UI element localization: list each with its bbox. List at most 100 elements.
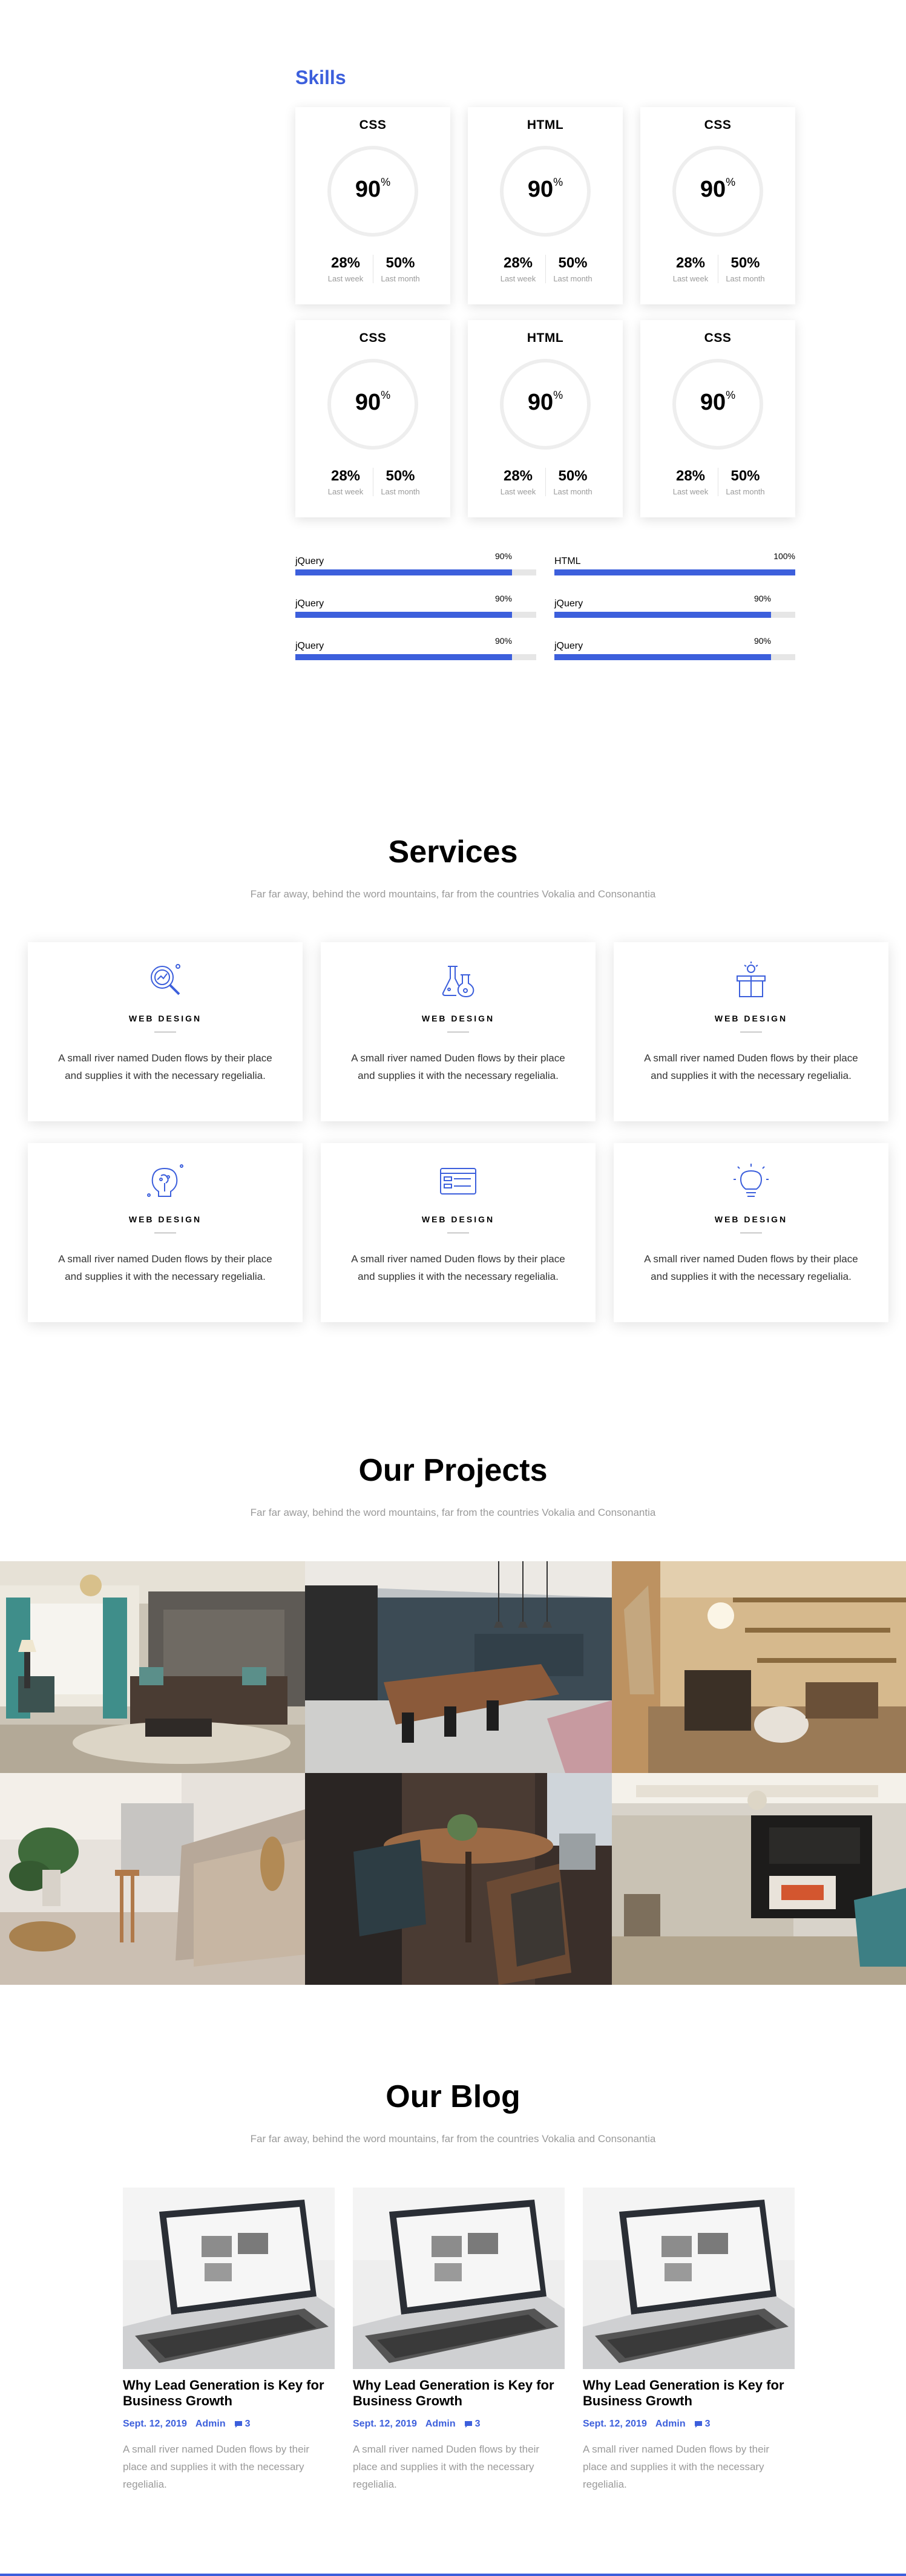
post-author[interactable]: Admin <box>655 2419 686 2430</box>
progress-fill <box>295 569 513 575</box>
skill-stats: 28% Last week 50% Last month <box>468 468 623 496</box>
project-photo[interactable] <box>612 1773 906 1985</box>
gift-idea-icon <box>737 962 766 997</box>
progress-track <box>295 654 536 660</box>
service-card[interactable]: WEB DESIGN A small river named Duden flo… <box>321 1143 596 1322</box>
skill-ring: 90% <box>672 146 763 237</box>
blog-card: Why Lead Generation is Key for Business … <box>123 2188 335 2493</box>
skill-name: CSS <box>704 118 732 132</box>
blog-meta: Sept. 12, 2019 Admin 3 <box>353 2419 565 2430</box>
blog-excerpt: A small river named Duden flows by their… <box>583 2443 770 2490</box>
comment-icon <box>464 2421 472 2428</box>
skill-stats: 28% Last week 50% Last month <box>468 255 623 283</box>
blog-image[interactable] <box>353 2188 565 2369</box>
skill-ring: 90% <box>500 146 591 237</box>
post-date[interactable]: Sept. 12, 2019 <box>353 2419 417 2430</box>
blog-post-title[interactable]: Why Lead Generation is Key for Business … <box>583 2378 795 2409</box>
service-text: A small river named Duden flows by their… <box>58 1052 272 1081</box>
blog-header: Our Blog Far far away, behind the word m… <box>0 2079 906 2145</box>
page: Skills CSS 90% 28% Last week 50% Last mont… <box>0 0 906 2576</box>
service-card[interactable]: WEB DESIGN A small river named Duden flo… <box>614 1143 888 1322</box>
progress-label: jQuery <box>295 556 324 566</box>
progress-percent: 90% <box>494 551 512 561</box>
service-card[interactable]: WEB DESIGN A small river named Duden flo… <box>614 942 888 1121</box>
progress-fill <box>295 612 513 618</box>
stat-last-week: 28% Last week <box>500 255 536 283</box>
progress-item: jQuery 90% <box>554 636 795 663</box>
project-photo[interactable] <box>612 1561 906 1773</box>
blog-excerpt: A small river named Duden flows by their… <box>123 2443 310 2490</box>
service-card[interactable]: WEB DESIGN A small river named Duden flo… <box>28 1143 303 1322</box>
progress-item: jQuery 90% <box>295 551 536 578</box>
service-card[interactable]: WEB DESIGN A small river named Duden flo… <box>321 942 596 1121</box>
stat-last-month: 50% Last month <box>718 468 772 496</box>
blog-title: Our Blog <box>386 2079 520 2114</box>
blog-card: Why Lead Generation is Key for Business … <box>353 2188 565 2493</box>
laptop-photo <box>123 2188 335 2369</box>
skills-title: Skills <box>295 67 346 88</box>
skill-percent: 90% <box>700 176 736 202</box>
progress-item: HTML 100% <box>554 551 795 578</box>
service-card[interactable]: WEB DESIGN A small river named Duden flo… <box>28 942 303 1121</box>
skill-card: HTML 90% 28% Last week 50% Last month <box>468 107 623 304</box>
brain-idea-icon <box>147 1164 183 1197</box>
round-dining-table <box>305 1773 612 1985</box>
projects-title: Our Projects <box>358 1453 548 1488</box>
dining-kitchen-pendant-lights <box>305 1561 612 1773</box>
service-title: WEB DESIGN <box>128 1214 202 1224</box>
stat-last-month: 50% Last month <box>545 468 600 496</box>
footer-accent-line <box>0 2574 906 2576</box>
blog-excerpt: A small river named Duden flows by their… <box>353 2443 540 2490</box>
post-date[interactable]: Sept. 12, 2019 <box>583 2419 647 2430</box>
stat-last-month: 50% Last month <box>373 255 427 283</box>
services-grid: WEB DESIGN A small river named Duden flo… <box>28 942 888 1322</box>
progress-track <box>295 569 536 575</box>
skill-ring: 90% <box>327 359 418 450</box>
progress-bars: jQuery 90% HTML 100% jQuery 90% jQuery 9… <box>295 551 796 663</box>
post-comments[interactable]: 3 <box>694 2419 711 2430</box>
skill-percent: 90% <box>527 389 563 415</box>
post-comments[interactable]: 3 <box>464 2419 481 2430</box>
skill-name: HTML <box>527 118 564 132</box>
progress-item: jQuery 90% <box>295 594 536 620</box>
project-photo[interactable] <box>305 1561 612 1773</box>
service-title: WEB DESIGN <box>421 1214 495 1224</box>
comment-count: 3 <box>704 2419 711 2429</box>
stat-last-week: 28% Last week <box>500 468 536 496</box>
skill-stats: 28% Last week 50% Last month <box>295 468 450 496</box>
service-text: A small river named Duden flows by their… <box>351 1052 565 1081</box>
blog-posts: Why Lead Generation is Key for Business … <box>123 2188 795 2493</box>
post-author[interactable]: Admin <box>195 2419 226 2430</box>
projects-gallery <box>0 1561 906 1985</box>
progress-percent: 90% <box>494 594 512 603</box>
skill-card: CSS 90% 28% Last week 50% Last month <box>640 107 795 304</box>
stat-last-month: 50% Last month <box>373 468 427 496</box>
blog-card: Why Lead Generation is Key for Business … <box>583 2188 795 2493</box>
blog-post-title[interactable]: Why Lead Generation is Key for Business … <box>353 2378 565 2409</box>
progress-item: jQuery 90% <box>295 636 536 663</box>
service-text: A small river named Duden flows by their… <box>644 1052 858 1081</box>
project-photo[interactable] <box>0 1773 305 1985</box>
post-author[interactable]: Admin <box>425 2419 456 2430</box>
skill-card: CSS 90% 28% Last week 50% Last month <box>640 320 795 517</box>
progress-percent: 90% <box>753 594 771 603</box>
progress-label: jQuery <box>295 641 324 651</box>
comment-count: 3 <box>474 2419 481 2429</box>
progress-percent: 90% <box>753 636 771 646</box>
blog-image[interactable] <box>123 2188 335 2369</box>
stat-last-week: 28% Last week <box>672 468 709 496</box>
skill-stats: 28% Last week 50% Last month <box>640 255 795 283</box>
skill-stats: 28% Last week 50% Last month <box>640 468 795 496</box>
skill-percent: 90% <box>527 176 563 202</box>
project-photo[interactable] <box>0 1561 305 1773</box>
blog-post-title[interactable]: Why Lead Generation is Key for Business … <box>123 2378 335 2409</box>
post-comments[interactable]: 3 <box>234 2419 251 2430</box>
project-photo[interactable] <box>305 1773 612 1985</box>
stat-last-week: 28% Last week <box>327 255 364 283</box>
lab-flasks-icon <box>442 966 474 998</box>
browser-window-icon <box>440 1168 476 1195</box>
progress-label: jQuery <box>554 641 583 651</box>
blog-image[interactable] <box>583 2188 795 2369</box>
post-date[interactable]: Sept. 12, 2019 <box>123 2419 187 2430</box>
skill-card: CSS 90% 28% Last week 50% Last month <box>295 107 450 304</box>
